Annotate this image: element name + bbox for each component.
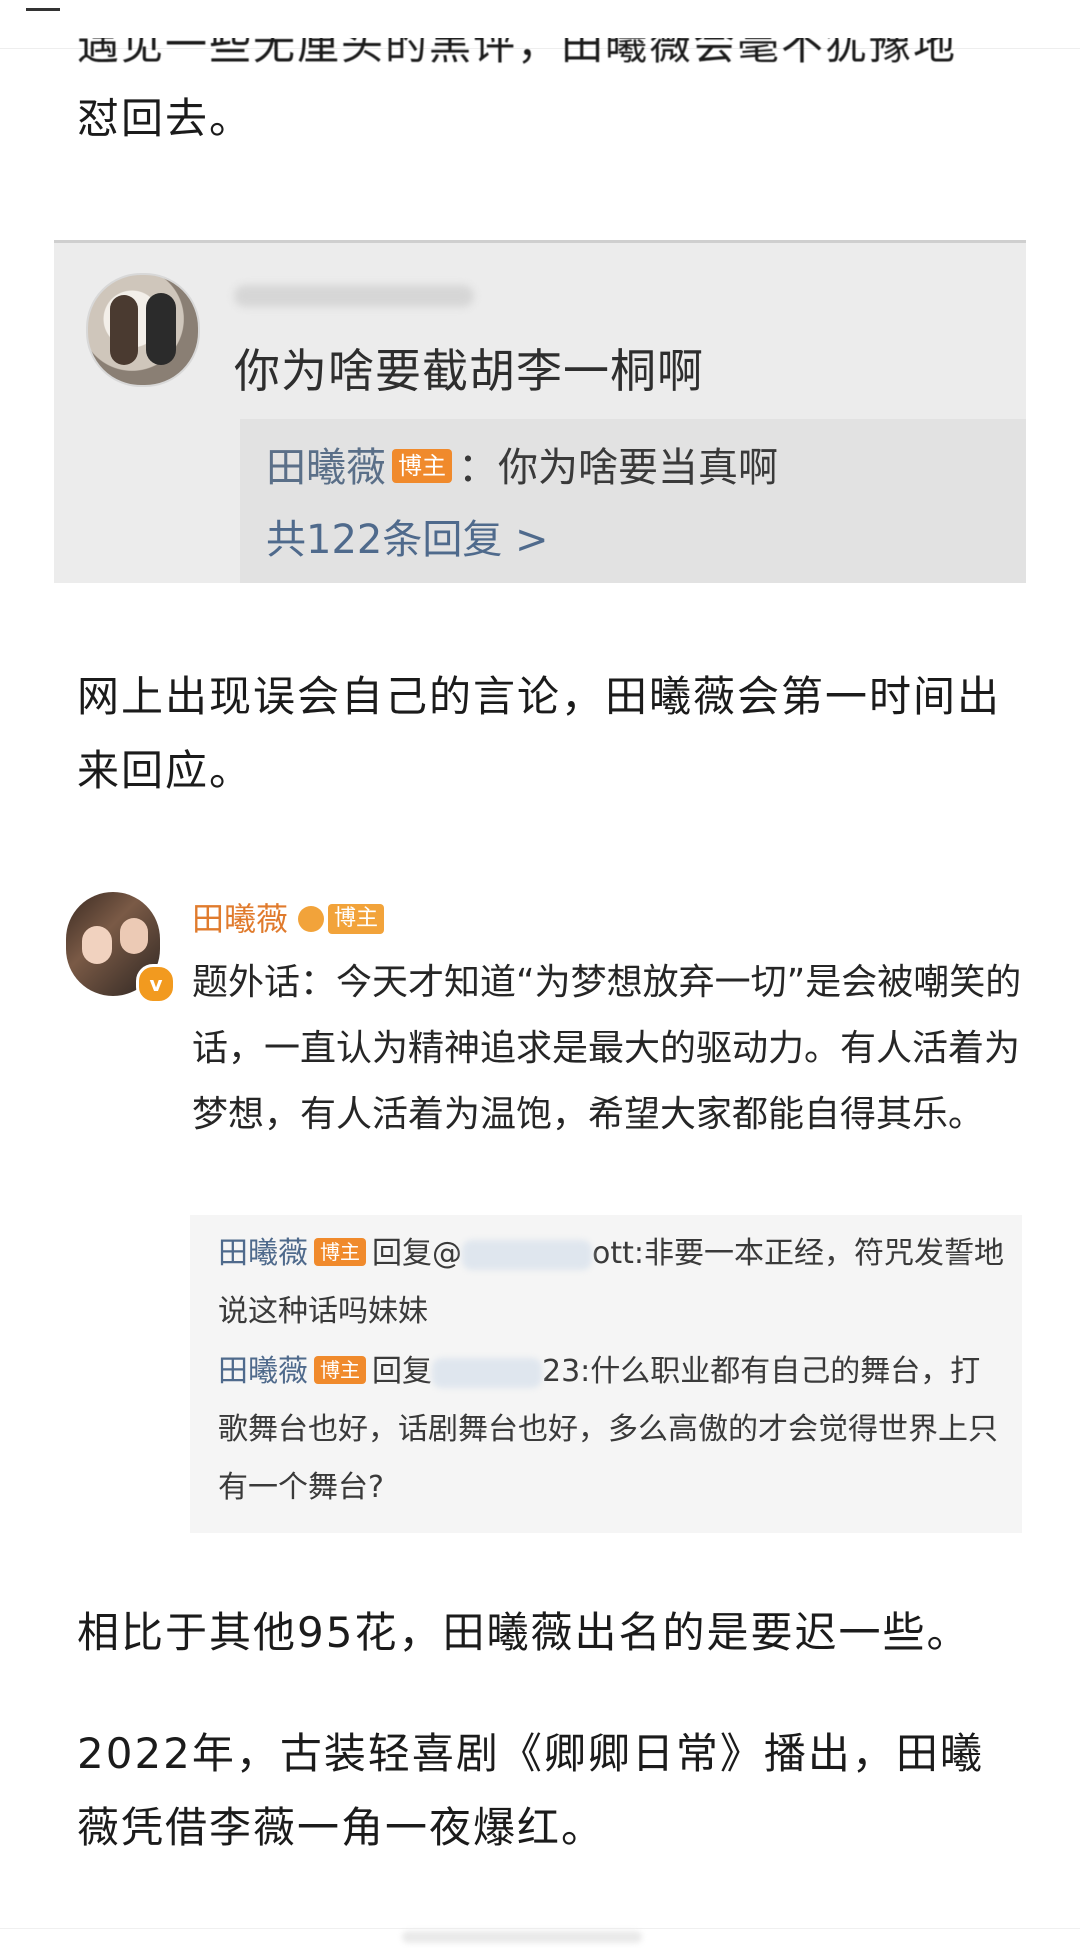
reply-text: ：你为啥要当真啊 <box>458 445 778 491</box>
reply-author: 田曦薇 <box>218 1236 308 1271</box>
avatar-face <box>82 926 112 964</box>
reply-prefix: 回复 <box>372 1354 432 1389</box>
paragraph-line-2: 怼回去。 <box>77 94 254 143</box>
reply-line: 田曦薇 博主 ：你为啥要当真啊 <box>266 435 778 493</box>
blurred-mention <box>432 1357 542 1388</box>
comment-screenshot-1: 你为啥要截胡李一桐啊 田曦薇 博主 ：你为啥要当真啊 共122条回复 > <box>54 240 1026 583</box>
verified-icon: v <box>136 964 176 1004</box>
blogger-badge: 博主 <box>328 904 385 934</box>
back-icon[interactable] <box>26 0 60 11</box>
post-author: 田曦薇 博主 <box>192 894 385 940</box>
blogger-badge: 博主 <box>314 1237 366 1266</box>
blurred-mention <box>462 1239 592 1270</box>
reply-author: 田曦薇 <box>266 445 386 491</box>
reply-count-link: 共122条回复 > <box>266 517 549 563</box>
commenter-avatar <box>86 273 200 387</box>
reply-author: 田曦薇 <box>218 1354 308 1389</box>
avatar-figure <box>146 293 176 365</box>
reply-item: 田曦薇 博主 回复@ ott:非要一本正经，符咒发誓地说这种话吗妹妹 <box>218 1225 1008 1341</box>
article-paragraph-2: 网上出现误会自己的言论，田曦薇会第一时间出来回应。 <box>77 672 1002 795</box>
post-author-name: 田曦薇 <box>192 900 289 938</box>
blogger-badge: 博主 <box>314 1355 366 1384</box>
paragraph-line-1: 遇见一些无厘头的黑评，田曦薇会毫不犹豫地 <box>77 38 958 69</box>
reply-prefix: 回复@ <box>372 1236 462 1271</box>
post-screenshot-2: v 田曦薇 博主 题外话：今天才知道“为梦想放弃一切”是会被嘲笑的话，一直认为精神… <box>54 880 1026 1540</box>
crown-icon <box>298 906 325 932</box>
avatar-face <box>120 918 148 954</box>
bottom-bar <box>0 1928 1080 1948</box>
article-paragraph-4: 2022年，古装轻喜剧《卿卿日常》播出，田曦薇凭借李薇一角一夜爆红。 <box>77 1729 984 1852</box>
comment-text: 你为啥要截胡李一桐啊 <box>234 344 704 398</box>
article-paragraph-1: 遇见一些无厘头的黑评，田曦薇会毫不犹豫地 怼回去。 <box>77 38 1017 158</box>
replies-box: 田曦薇 博主 回复@ ott:非要一本正经，符咒发誓地说这种话吗妹妹 田曦薇 博主 回复 2… <box>190 1215 1022 1533</box>
post-text: 题外话：今天才知道“为梦想放弃一切”是会被嘲笑的话，一直认为精神追求是最大的驱动… <box>192 962 1022 1135</box>
blurred-footer-text <box>402 1931 642 1943</box>
blurred-username <box>234 285 474 307</box>
avatar-figure <box>110 295 138 365</box>
reply-item: 田曦薇 博主 回复 23:什么职业都有自己的舞台，打歌舞台也好，话剧舞台也好，多么高傲… <box>218 1343 1008 1517</box>
article-paragraph-3: 相比于其他95花，田曦薇出名的是要迟一些。 <box>77 1608 971 1657</box>
blogger-badge: 博主 <box>392 449 452 483</box>
reply-box: 田曦薇 博主 ：你为啥要当真啊 共122条回复 > <box>240 419 1026 583</box>
